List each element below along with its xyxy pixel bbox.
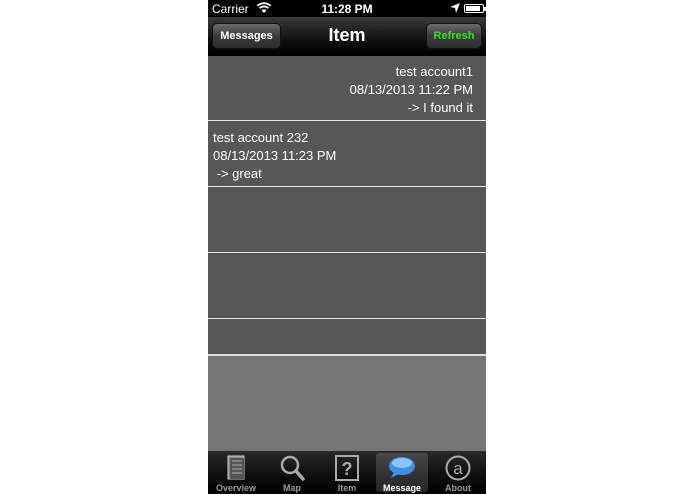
phone-screen: Carrier 11:28 PM Messages Item Refresh t… (208, 0, 486, 494)
refresh-button[interactable]: Refresh (426, 23, 482, 49)
tab-map[interactable]: Map (266, 453, 318, 493)
location-arrow-icon (450, 3, 460, 13)
empty-row (208, 188, 486, 253)
tab-label: Map (283, 483, 301, 493)
message-text: -> great (213, 166, 262, 181)
magnifier-icon (280, 455, 305, 481)
tab-label: About (445, 483, 471, 493)
svg-text:a: a (453, 459, 463, 478)
tab-about[interactable]: a About (432, 453, 484, 493)
message-row[interactable]: test account1 08/13/2013 11:22 PM -> I f… (208, 56, 486, 121)
tab-item[interactable]: ? Item (321, 453, 373, 493)
message-timestamp: 08/13/2013 11:23 PM (213, 148, 337, 163)
battery-fill (466, 6, 480, 11)
tab-bar: Overview Map ? Item Message a About (208, 451, 486, 494)
status-time: 11:28 PM (321, 2, 373, 16)
list-footer-area (208, 354, 486, 451)
svg-text:?: ? (342, 459, 353, 479)
message-list[interactable]: test account1 08/13/2013 11:22 PM -> I f… (208, 56, 486, 354)
message-row[interactable]: test account 232 08/13/2013 11:23 PM -> … (208, 122, 486, 187)
message-account: test account1 (395, 64, 473, 79)
message-content: test account1 08/13/2013 11:22 PM -> I f… (213, 63, 473, 117)
message-account: test account 232 (213, 130, 309, 145)
message-text: -> I found it (407, 100, 473, 115)
status-bar: Carrier 11:28 PM (208, 0, 486, 17)
tab-label: Message (382, 483, 422, 493)
battery-icon (464, 4, 486, 13)
message-timestamp: 08/13/2013 11:22 PM (349, 82, 473, 97)
tab-label: Overview (215, 483, 257, 493)
empty-row (208, 254, 486, 319)
speech-bubble-icon (389, 457, 415, 478)
book-icon (227, 455, 245, 480)
tab-message[interactable]: Message (376, 453, 428, 493)
question-box-icon: ? (335, 455, 359, 481)
tab-label: Item (337, 483, 357, 493)
navigation-bar: Messages Item Refresh (208, 17, 486, 55)
empty-row (208, 320, 486, 354)
at-sign-icon: a (445, 455, 471, 481)
message-content: test account 232 08/13/2013 11:23 PM -> … (213, 129, 473, 183)
tab-overview[interactable]: Overview (210, 453, 262, 493)
